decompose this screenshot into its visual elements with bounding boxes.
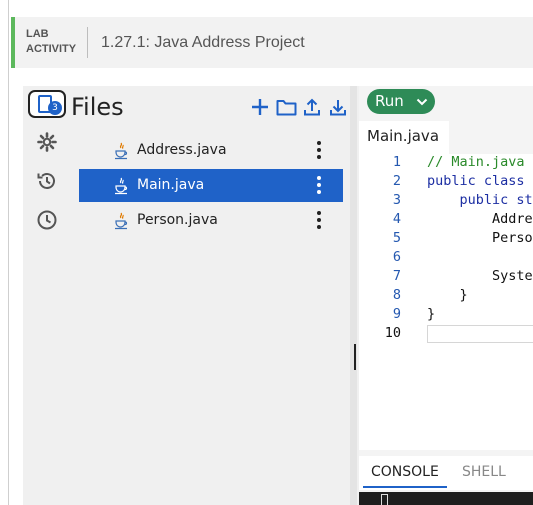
active-tab-indicator bbox=[363, 486, 447, 488]
file-name: Person.java bbox=[137, 212, 218, 228]
line-number: 4 bbox=[392, 211, 401, 227]
code-token: } bbox=[427, 306, 436, 322]
more-options-icon[interactable] bbox=[315, 211, 323, 231]
code-text: } bbox=[427, 306, 435, 322]
line-number: 9 bbox=[392, 306, 401, 322]
tab-main-java[interactable]: Main.java bbox=[359, 121, 449, 154]
code-line[interactable]: 8 } bbox=[359, 287, 533, 306]
history-icon[interactable] bbox=[36, 170, 58, 192]
left-rule bbox=[8, 0, 9, 505]
line-number: 2 bbox=[392, 173, 401, 189]
code-token: Syste bbox=[427, 268, 533, 284]
code-line[interactable]: 2 public class bbox=[359, 173, 533, 192]
lab-title: 1.27.1: Java Address Project bbox=[101, 34, 305, 51]
console-terminal[interactable] bbox=[359, 492, 533, 505]
code-token: Perso bbox=[427, 230, 533, 246]
line-number: 8 bbox=[392, 287, 401, 303]
files-count-badge: 3 bbox=[48, 101, 62, 115]
lab-header: LAB ACTIVITY 1.27.1: Java Address Projec… bbox=[11, 17, 533, 68]
code-line[interactable]: 4 Addre bbox=[359, 211, 533, 230]
resize-handle[interactable] bbox=[354, 344, 356, 370]
code-text: Addre bbox=[427, 211, 533, 227]
download-icon[interactable] bbox=[327, 96, 349, 118]
files-title: Files bbox=[71, 93, 124, 121]
code-line[interactable]: 10 bbox=[359, 325, 533, 344]
lab-activity-tag: LAB ACTIVITY bbox=[26, 27, 76, 57]
code-line[interactable]: 3 public st bbox=[359, 192, 533, 211]
java-file-icon bbox=[113, 142, 129, 160]
code-editor[interactable]: 1// Main.java 2 public class 3 public st 4 A… bbox=[359, 154, 533, 450]
run-button[interactable]: Run bbox=[367, 89, 435, 114]
upload-icon[interactable] bbox=[301, 96, 323, 118]
line-number: 3 bbox=[392, 192, 401, 208]
terminal-cursor bbox=[381, 494, 388, 505]
code-line[interactable]: 7 Syste bbox=[359, 268, 533, 287]
java-file-icon bbox=[113, 177, 129, 195]
code-line[interactable]: 9} bbox=[359, 306, 533, 325]
files-logo-icon[interactable]: 3 bbox=[28, 90, 66, 118]
code-text: public class bbox=[427, 173, 525, 189]
lab-window: LAB ACTIVITY 1.27.1: Java Address Projec… bbox=[0, 0, 533, 505]
console-tabs: CONSOLE SHELL bbox=[359, 456, 533, 490]
settings-icon[interactable] bbox=[36, 131, 58, 153]
clock-icon[interactable] bbox=[36, 209, 58, 231]
code-line[interactable]: 1 // Main.java bbox=[359, 154, 533, 173]
code-text: Perso bbox=[427, 230, 533, 246]
file-name: Main.java bbox=[137, 177, 205, 193]
code-token: } bbox=[427, 287, 468, 303]
ide-workspace: 3 Files Address.java Main.java Person.ja… bbox=[23, 86, 533, 505]
file-row-main-java[interactable]: Main.java bbox=[79, 169, 343, 202]
line-number: 10 bbox=[384, 325, 401, 341]
keyword-token: public st bbox=[459, 192, 533, 208]
code-text: // Main.java bbox=[427, 154, 525, 170]
keyword-token: public class bbox=[427, 173, 525, 189]
file-row-person-java[interactable]: Person.java bbox=[79, 204, 343, 237]
tab-shell[interactable]: SHELL bbox=[462, 464, 506, 480]
lab-tag-line1: LAB bbox=[26, 28, 49, 40]
code-line[interactable]: 6 bbox=[359, 249, 533, 268]
line-number: 1 bbox=[392, 154, 401, 170]
comment-token: // Main.java bbox=[427, 154, 525, 170]
more-options-icon[interactable] bbox=[315, 141, 323, 161]
file-name: Address.java bbox=[137, 142, 227, 158]
code-text: Syste bbox=[427, 268, 533, 284]
line-number: 7 bbox=[392, 268, 401, 284]
current-line-highlight bbox=[427, 325, 533, 343]
add-folder-icon[interactable] bbox=[275, 96, 297, 118]
panel-splitter[interactable] bbox=[350, 86, 357, 505]
run-label: Run bbox=[375, 92, 404, 110]
java-file-icon bbox=[113, 212, 129, 230]
line-number: 6 bbox=[392, 249, 401, 265]
code-text: } bbox=[427, 287, 468, 303]
more-options-icon[interactable] bbox=[315, 176, 323, 196]
code-token: Addre bbox=[427, 211, 533, 227]
tab-label: Main.java bbox=[367, 127, 440, 145]
chevron-down-icon[interactable] bbox=[415, 95, 429, 109]
line-number: 5 bbox=[392, 230, 401, 246]
editor-panel: Run Main.java 1 // Main.java 2 public class… bbox=[359, 86, 533, 505]
files-panel: 3 Files Address.java Main.java Person.ja… bbox=[23, 86, 350, 505]
file-row-address-java[interactable]: Address.java bbox=[79, 134, 343, 167]
tab-console[interactable]: CONSOLE bbox=[371, 464, 439, 480]
add-file-icon[interactable] bbox=[249, 96, 271, 118]
lab-tag-line2: ACTIVITY bbox=[26, 43, 77, 55]
code-line[interactable]: 5 Perso bbox=[359, 230, 533, 249]
header-divider bbox=[87, 27, 88, 58]
code-text: public st bbox=[427, 192, 533, 208]
